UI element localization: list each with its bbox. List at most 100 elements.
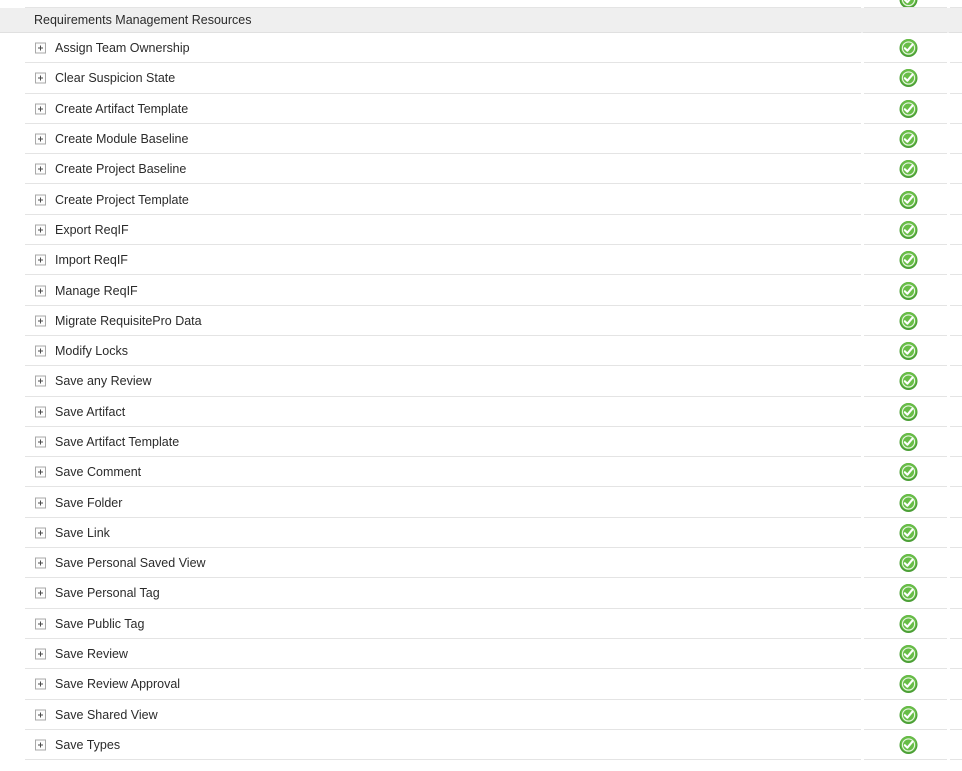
plus-square-icon[interactable] <box>35 254 46 266</box>
green-check-circle-icon <box>899 69 918 88</box>
plus-square-icon[interactable] <box>35 739 46 751</box>
table-row: Create Project Baseline <box>0 154 962 185</box>
permission-name: Save any Review <box>55 374 152 389</box>
table-row: Import ReqIF <box>0 245 962 276</box>
plus-square-icon[interactable] <box>35 163 46 175</box>
clipped-previous-row <box>0 0 962 8</box>
plus-square-icon[interactable] <box>35 194 46 206</box>
plus-square-icon[interactable] <box>35 557 46 569</box>
plus-square-icon[interactable] <box>35 72 46 84</box>
table-row: Save Folder <box>0 487 962 518</box>
plus-square-icon[interactable] <box>35 375 46 387</box>
permission-row-list: Assign Team Ownership Clear Suspicion St… <box>0 33 962 761</box>
table-row: Save Artifact Template <box>0 426 962 458</box>
table-row: Export ReqIF <box>0 214 962 246</box>
table-row: Save any Review <box>0 366 962 397</box>
permission-name: Save Link <box>55 525 110 540</box>
plus-square-icon[interactable] <box>35 315 46 327</box>
permission-name: Save Artifact <box>55 404 126 419</box>
permission-name: Modify Locks <box>55 344 128 359</box>
green-check-circle-icon <box>899 311 918 330</box>
green-check-circle-icon <box>899 554 918 573</box>
table-row: Create Artifact Template <box>0 93 962 124</box>
plus-square-icon[interactable] <box>35 587 46 599</box>
table-row: Save Personal Tag <box>0 578 962 609</box>
plus-square-icon[interactable] <box>35 224 46 236</box>
plus-square-icon[interactable] <box>35 42 46 54</box>
plus-square-icon[interactable] <box>35 678 46 690</box>
permission-name: Save Artifact Template <box>55 435 180 449</box>
table-row: Save Comment <box>0 457 962 488</box>
section-title: Requirements Management Resources <box>34 13 252 27</box>
plus-square-icon[interactable] <box>35 527 46 539</box>
table-row: Manage ReqIF <box>0 275 962 306</box>
permission-name: Save Personal Saved View <box>55 556 206 571</box>
table-row: Clear Suspicion State <box>0 63 962 94</box>
table-row: Save Link <box>0 517 962 549</box>
permission-name: Save Folder <box>55 495 123 510</box>
row-divider <box>864 759 947 761</box>
plus-square-icon[interactable] <box>35 285 46 297</box>
permission-name: Create Module Baseline <box>55 132 189 147</box>
plus-square-icon[interactable] <box>35 497 46 509</box>
green-check-circle-icon <box>899 584 918 603</box>
green-check-circle-icon <box>899 130 918 149</box>
green-check-circle-icon <box>899 705 918 724</box>
plus-square-icon[interactable] <box>35 103 46 115</box>
table-row: Save Artifact <box>0 396 962 427</box>
green-check-circle-icon <box>899 372 918 391</box>
permission-name: Manage ReqIF <box>55 283 138 298</box>
table-row: Save Review <box>0 638 962 670</box>
green-check-circle-icon <box>899 99 918 118</box>
green-check-circle-icon <box>899 39 918 58</box>
plus-square-icon[interactable] <box>35 345 46 357</box>
green-check-circle-icon <box>899 463 918 482</box>
permission-name: Save Review Approval <box>55 677 181 692</box>
permission-name: Save Review <box>55 647 128 662</box>
permission-name: Create Project Template <box>55 192 189 207</box>
green-check-circle-icon <box>899 342 918 361</box>
permission-name: Migrate RequisitePro Data <box>55 313 202 328</box>
green-check-circle-icon <box>899 190 918 209</box>
table-row: Create Module Baseline <box>0 123 962 155</box>
permission-name: Create Artifact Template <box>55 101 189 116</box>
permission-name: Export ReqIF <box>55 222 129 237</box>
green-check-circle-icon <box>899 402 918 421</box>
green-check-circle-icon <box>899 220 918 239</box>
plus-square-icon[interactable] <box>35 406 46 418</box>
green-check-circle-icon <box>899 645 918 664</box>
green-check-circle-icon <box>899 523 918 542</box>
permission-name: Save Comment <box>55 465 142 480</box>
green-check-circle-icon <box>899 614 918 633</box>
plus-square-icon[interactable] <box>35 648 46 660</box>
green-check-circle-icon <box>899 735 918 754</box>
green-check-circle-icon <box>899 281 918 300</box>
table-row: Modify Locks <box>0 335 962 367</box>
permission-name: Save Shared View <box>55 707 158 722</box>
plus-square-icon[interactable] <box>35 618 46 630</box>
row-divider <box>25 759 861 761</box>
section-header-row: Requirements Management Resources <box>0 8 962 33</box>
permission-name: Clear Suspicion State <box>55 71 176 86</box>
table-row: Migrate RequisitePro Data <box>0 305 962 336</box>
plus-square-icon[interactable] <box>35 133 46 145</box>
table-row: Save Review Approval <box>0 669 962 700</box>
table-row: Save Personal Saved View <box>0 548 962 579</box>
table-row: Assign Team Ownership <box>0 33 962 64</box>
table-row: Save Shared View <box>0 699 962 730</box>
table-row: Create Project Template <box>0 184 962 215</box>
green-check-circle-icon <box>899 160 918 179</box>
green-check-circle-icon <box>899 675 918 694</box>
plus-square-icon[interactable] <box>35 466 46 478</box>
permission-name: Import ReqIF <box>55 253 128 268</box>
plus-square-icon[interactable] <box>35 709 46 721</box>
row-divider <box>950 759 962 761</box>
permission-name: Save Personal Tag <box>55 586 160 601</box>
green-check-circle-icon <box>899 493 918 512</box>
table-row: Save Public Tag <box>0 608 962 639</box>
table-row: Save Types <box>0 729 962 761</box>
green-check-circle-icon <box>899 433 918 452</box>
plus-square-icon[interactable] <box>35 436 46 448</box>
permission-name: Create Project Baseline <box>55 162 187 177</box>
permission-name: Save Public Tag <box>55 616 145 631</box>
